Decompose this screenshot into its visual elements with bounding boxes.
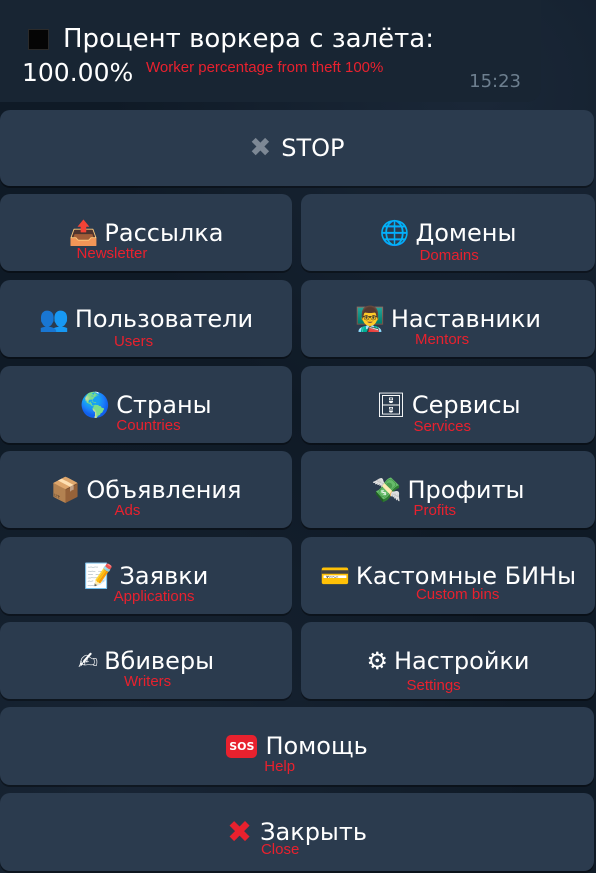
file-cabinet-icon: 🗄 — [375, 390, 406, 419]
cross-icon: ✖ — [249, 133, 272, 163]
writers-label: Вбиверы — [104, 646, 215, 675]
earth-globe-icon: 🌎 — [80, 390, 111, 419]
countries-button[interactable]: 🌎 Страны Countries — [0, 366, 292, 443]
custom-bins-annotation: Custom bins — [415, 585, 500, 603]
newsletter-button-content: 📤 Рассылка Newsletter — [68, 218, 224, 262]
outbox-tray-icon: 📤 — [68, 218, 99, 247]
help-button-content: SOS Помощь Help — [226, 732, 368, 775]
worker-percent-value: 100.00% — [22, 58, 134, 87]
gear-icon: ⚙ — [366, 646, 388, 675]
users-icon: 👥 — [38, 304, 69, 333]
globe-icon: 🌐 — [379, 218, 410, 247]
domains-annotation: Domains — [419, 246, 479, 264]
domains-button[interactable]: 🌐 Домены Domains — [301, 194, 595, 271]
applications-annotation: Applications — [113, 587, 195, 605]
ads-label: Объявления — [86, 475, 242, 504]
custom-bins-button[interactable]: 💳 Кастомные БИНы Custom bins — [301, 537, 595, 614]
ads-button[interactable]: 📦 Объявления Ads — [0, 451, 292, 528]
help-annotation: Help — [264, 758, 296, 775]
mentors-button-content: 👨‍🏫 Наставники Mentors — [354, 304, 542, 348]
countries-button-content: 🌎 Страны Countries — [80, 390, 212, 434]
sos-icon: SOS — [226, 734, 258, 758]
writers-annotation: Writers — [123, 672, 172, 690]
settings-label: Настройки — [393, 646, 530, 675]
message-title: Процент воркера с залёта: — [63, 24, 434, 54]
services-annotation: Services — [413, 417, 471, 435]
writers-button[interactable]: ✍ Вбиверы Writers — [0, 622, 292, 699]
settings-button-content: ⚙ Настройки Settings — [366, 646, 530, 694]
mentors-annotation: Mentors — [414, 330, 470, 348]
message-time: 15:23 — [469, 71, 521, 92]
profits-button[interactable]: 💸 Профиты Profits — [301, 451, 595, 528]
help-label: Помощь — [265, 732, 368, 760]
ads-annotation: Ads — [114, 501, 141, 519]
newsletter-button[interactable]: 📤 Рассылка Newsletter — [0, 194, 292, 271]
countries-label: Страны — [116, 390, 212, 419]
mentors-label: Наставники — [390, 304, 542, 333]
custom-bins-button-content: 💳 Кастомные БИНы Custom bins — [319, 561, 576, 603]
countries-annotation: Countries — [116, 416, 181, 434]
close-annotation: Close — [260, 840, 300, 858]
close-button[interactable]: ✖ Закрыть Close — [0, 793, 594, 871]
users-label: Пользователи — [74, 304, 254, 333]
profits-annotation: Profits — [413, 501, 457, 519]
stop-button-content: ✖ STOP — [249, 133, 344, 163]
users-button-content: 👥 Пользователи Users — [38, 304, 254, 350]
writing-hand-icon: ✍ — [77, 646, 99, 675]
money-wings-icon: 💸 — [371, 475, 402, 504]
credit-card-icon: 💳 — [319, 561, 350, 590]
message-bubble: Процент воркера с залёта: 100.00% Worker… — [0, 0, 541, 102]
chat-screen: Процент воркера с залёта: 100.00% Worker… — [0, 0, 596, 873]
domains-label: Домены — [415, 218, 517, 247]
teacher-icon: 👨‍🏫 — [354, 304, 385, 333]
services-label: Сервисы — [411, 390, 521, 419]
mentors-button[interactable]: 👨‍🏫 Наставники Mentors — [301, 280, 595, 357]
applications-button[interactable]: 📝 Заявки Applications — [0, 537, 292, 614]
newsletter-label: Рассылка — [104, 218, 224, 247]
users-button[interactable]: 👥 Пользователи Users — [0, 280, 292, 357]
settings-annotation: Settings — [406, 676, 461, 694]
writers-button-content: ✍ Вбиверы Writers — [77, 646, 215, 690]
profits-button-content: 💸 Профиты Profits — [371, 475, 525, 519]
message-annotation: Worker percentage from theft 100% — [146, 59, 384, 76]
help-button[interactable]: SOS Помощь Help — [0, 707, 594, 785]
profits-label: Профиты — [407, 475, 525, 504]
message-title-line: Процент воркера с залёта: — [28, 24, 434, 54]
ads-button-content: 📦 Объявления Ads — [50, 475, 242, 519]
package-icon: 📦 — [50, 475, 81, 504]
users-annotation: Users — [113, 332, 154, 350]
stop-label: STOP — [281, 134, 345, 162]
black-square-icon — [28, 28, 49, 50]
services-button[interactable]: 🗄 Сервисы Services — [301, 366, 595, 443]
settings-button[interactable]: ⚙ Настройки Settings — [301, 622, 595, 699]
stop-button[interactable]: ✖ STOP — [0, 110, 594, 186]
applications-button-content: 📝 Заявки Applications — [83, 561, 209, 605]
services-button-content: 🗄 Сервисы Services — [375, 390, 521, 435]
red-cross-icon: ✖ — [226, 814, 253, 850]
newsletter-annotation: Newsletter — [76, 244, 148, 262]
domains-button-content: 🌐 Домены Domains — [379, 218, 517, 264]
applications-label: Заявки — [119, 561, 209, 590]
memo-icon: 📝 — [83, 561, 114, 590]
close-button-content: ✖ Закрыть Close — [226, 814, 367, 858]
